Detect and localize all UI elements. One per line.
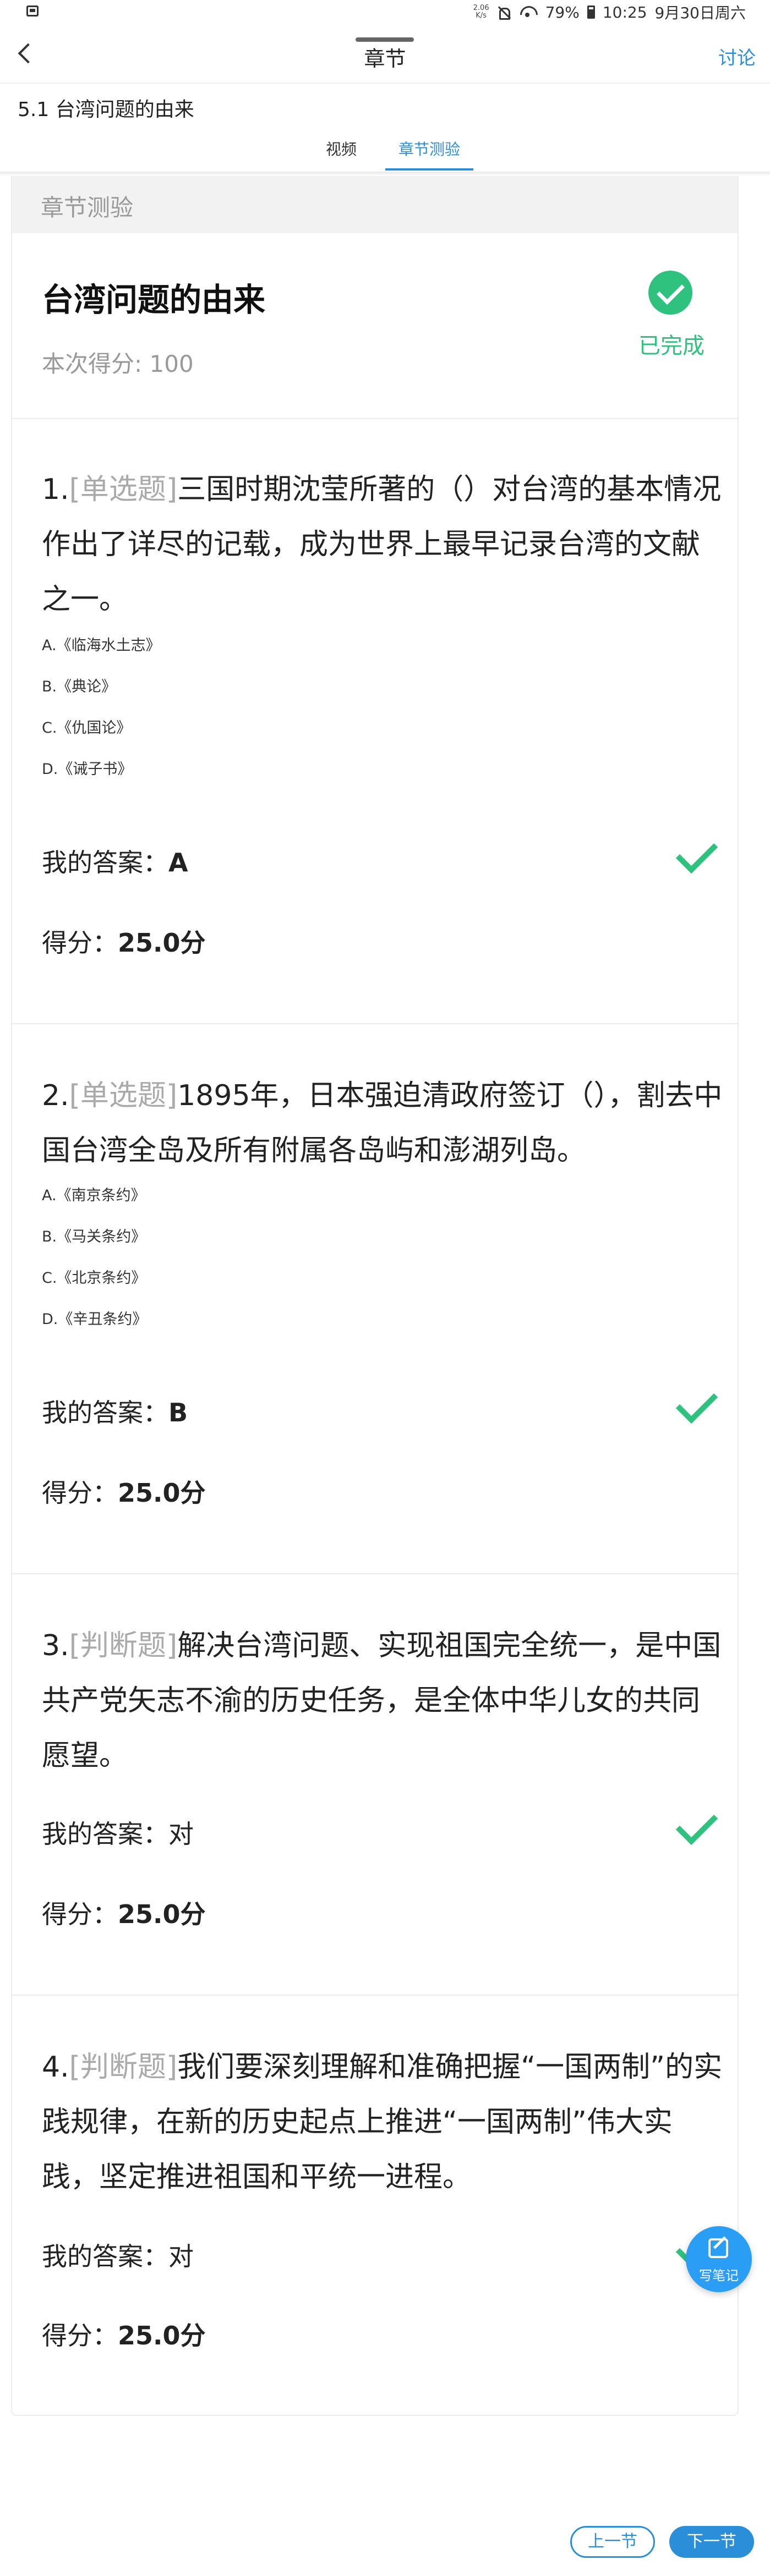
edit-note-icon — [708, 2238, 728, 2258]
status-bar: 2.06 K/s 79% 10:25 9月30日周六 — [0, 0, 770, 24]
question-number: 2. — [42, 1079, 69, 1112]
tab-chapter-quiz[interactable]: 章节测验 — [385, 138, 473, 160]
answer-value: 对 — [168, 1819, 194, 1849]
option-b: B.《马关条约》 — [42, 1228, 146, 1245]
question-number: 3. — [42, 1629, 69, 1662]
question-divider — [12, 418, 738, 419]
answer-label: 我的答案： — [42, 1819, 168, 1849]
score-label: 得分： — [42, 1899, 118, 1929]
option-a: A.《临海水土志》 — [42, 637, 161, 654]
net-speed-unit: K/s — [476, 12, 487, 20]
my-answer-row: 我的答案：B — [42, 1393, 188, 1429]
quiz-card: 章节测验 台湾问题的由来 本次得分: 100 已完成 1.[单选题]三国时期沈莹… — [11, 176, 739, 2416]
question-divider — [12, 1573, 738, 1574]
tab-bar: 视频 章节测验 — [0, 132, 770, 172]
question-number: 4. — [42, 2051, 69, 2084]
quiz-card-header: 章节测验 — [12, 176, 738, 233]
option-c: C.《仇国论》 — [42, 719, 132, 737]
net-speed-value: 2.06 — [473, 4, 489, 12]
discuss-link[interactable]: 讨论 — [718, 43, 756, 70]
wifi-icon — [520, 5, 538, 19]
status-date: 9月30日周六 — [654, 4, 746, 22]
net-speed: 2.06 K/s — [473, 4, 489, 20]
option-d: D.《诫子书》 — [42, 761, 133, 778]
write-note-label: 写笔记 — [699, 2268, 739, 2283]
completed-check-icon — [648, 271, 692, 315]
question-score-row: 得分：25.0分 — [42, 1473, 206, 1509]
option-b: B.《典论》 — [42, 678, 117, 695]
question-score-row: 得分：25.0分 — [42, 1894, 206, 1931]
active-tab-indicator — [385, 168, 473, 171]
header-divider — [0, 83, 770, 84]
score-value: 25.0分 — [118, 2321, 206, 2350]
my-answer-row: 我的答案：A — [42, 843, 188, 879]
section-title: 5.1 台湾问题的由来 — [18, 98, 194, 121]
question-divider — [12, 1023, 738, 1024]
question-score-row: 得分：25.0分 — [42, 2316, 206, 2352]
answer-label: 我的答案： — [42, 2242, 168, 2271]
option-c: C.《北京条约》 — [42, 1270, 146, 1287]
question-text: 3.[判断题]解决台湾问题、实现祖国完全统一，是中国共产党矢志不渝的历史任务，是… — [42, 1618, 724, 1783]
score-value: 25.0分 — [118, 1899, 206, 1929]
question-number: 1. — [42, 473, 69, 506]
mute-icon — [497, 4, 512, 20]
answer-value: B — [168, 1398, 188, 1427]
page-title: 章节 — [364, 47, 406, 71]
my-answer-row: 我的答案：对 — [42, 2237, 194, 2273]
write-note-button[interactable]: 写笔记 — [686, 2226, 752, 2292]
correct-check-icon — [671, 1384, 696, 1419]
battery-percent: 79% — [545, 3, 580, 21]
app-header: 章节 讨论 — [0, 24, 770, 84]
score-value: 25.0分 — [118, 928, 206, 958]
answer-label: 我的答案： — [42, 1398, 168, 1427]
score-label: 得分： — [42, 2321, 118, 2350]
question-type: [判断题] — [69, 2051, 178, 2084]
question-text: 1.[单选题]三国时期沈莹所著的（）对台湾的基本情况作出了详尽的记载，成为世界上… — [42, 462, 724, 627]
option-d: D.《辛丑条约》 — [42, 1311, 148, 1328]
option-a: A.《南京条约》 — [42, 1187, 146, 1204]
score-value: 25.0分 — [118, 1478, 206, 1508]
question-1: 1.[单选题]三国时期沈莹所著的（）对台湾的基本情况作出了详尽的记载，成为世界上… — [42, 462, 724, 627]
correct-check-icon — [671, 1805, 696, 1841]
question-3: 3.[判断题]解决台湾问题、实现祖国完全统一，是中国共产党矢志不渝的历史任务，是… — [42, 1618, 724, 1783]
score-label: 得分： — [42, 1478, 118, 1508]
question-text: 2.[单选题]1895年，日本强迫清政府签订（），割去中国台湾全岛及所有附属各岛… — [42, 1068, 724, 1178]
next-section-button[interactable]: 下一节 — [669, 2526, 754, 2558]
question-type: [单选题] — [69, 1079, 178, 1112]
previous-section-button[interactable]: 上一节 — [570, 2526, 655, 2558]
score-label: 得分： — [42, 928, 118, 958]
battery-icon — [587, 6, 595, 19]
drag-handle — [356, 37, 414, 42]
status-right-group: 2.06 K/s 79% 10:25 9月30日周六 — [473, 2, 746, 23]
question-1-options: A.《临海水土志》 B.《典论》 C.《仇国论》 D.《诫子书》 — [42, 625, 724, 790]
tab-video[interactable]: 视频 — [308, 138, 374, 160]
question-2-options: A.《南京条约》 B.《马关条约》 C.《北京条约》 D.《辛丑条约》 — [42, 1175, 724, 1340]
quiz-title: 台湾问题的由来 — [42, 281, 266, 318]
completed-status: 已完成 — [638, 333, 705, 359]
quiz-card-header-label: 章节测验 — [41, 194, 134, 221]
question-score-row: 得分：25.0分 — [42, 923, 206, 959]
status-time: 10:25 — [602, 3, 647, 21]
quiz-total-score: 本次得分: 100 — [42, 350, 194, 377]
answer-label: 我的答案： — [42, 848, 168, 877]
question-type: [单选题] — [69, 473, 178, 506]
tabs-shadow — [0, 172, 770, 176]
question-type: [判断题] — [69, 1629, 178, 1662]
gallery-notification-icon — [26, 6, 39, 17]
answer-value: 对 — [168, 2242, 194, 2271]
question-text: 4.[判断题]我们要深刻理解和准确把握“一国两制”的实践规律，在新的历史起点上推… — [42, 2040, 724, 2205]
question-2: 2.[单选题]1895年，日本强迫清政府签订（），割去中国台湾全岛及所有附属各岛… — [42, 1068, 724, 1178]
answer-value: A — [168, 848, 188, 877]
question-4: 4.[判断题]我们要深刻理解和准确把握“一国两制”的实践规律，在新的历史起点上推… — [42, 2040, 724, 2205]
correct-check-icon — [671, 834, 696, 869]
my-answer-row: 我的答案：对 — [42, 1814, 194, 1850]
question-divider — [12, 1995, 738, 1996]
